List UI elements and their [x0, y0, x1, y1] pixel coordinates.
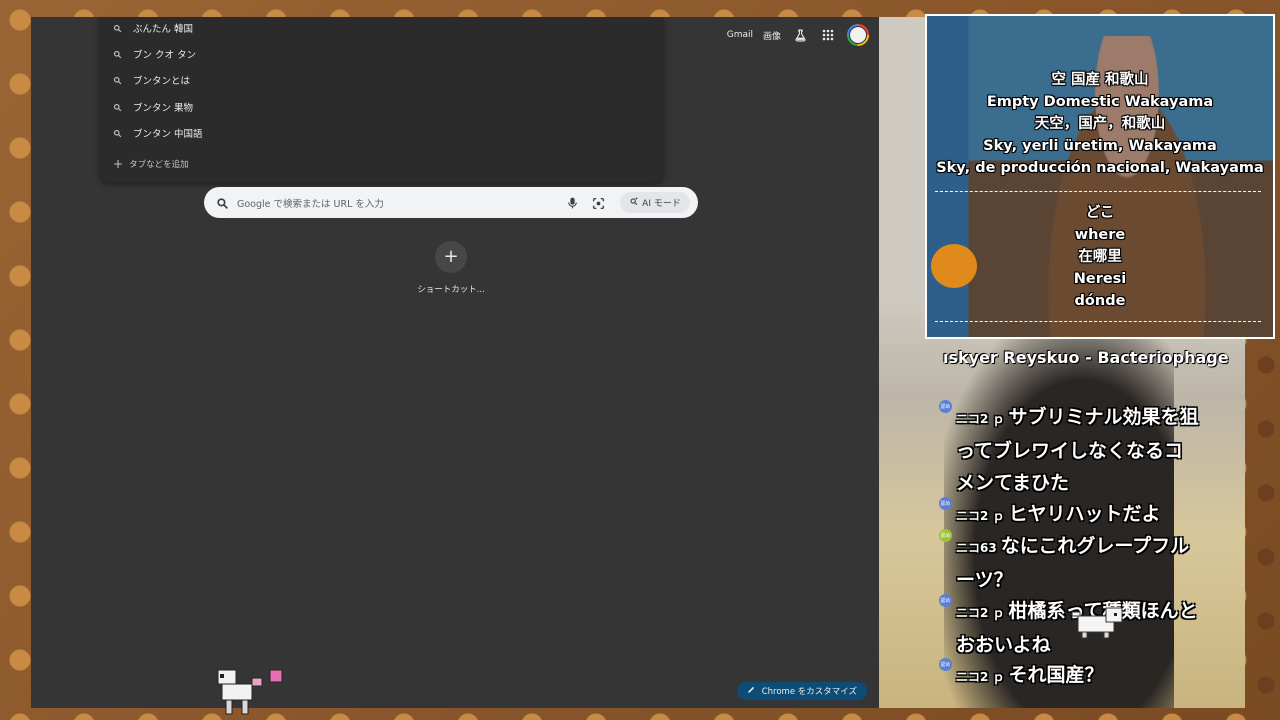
search-icon: [111, 101, 123, 113]
microphone-icon[interactable]: [566, 195, 580, 209]
chrome-new-tab-page: Gmail 画像 ぶんたん 韓国 ブン クオ タン ブンタンとは ブンタン 果物…: [31, 17, 879, 708]
subtitle-line: どこ: [1085, 205, 1115, 221]
comment-text: ってブレワイしなくなるコ: [956, 440, 1184, 462]
top-bar: Gmail 画像: [727, 23, 869, 47]
comment-user: ニコ63: [956, 541, 997, 555]
gmail-link[interactable]: Gmail: [727, 30, 753, 40]
user-badge-icon: 認め: [939, 400, 952, 413]
subtitle-line: 天空，国产，和歌山: [1034, 116, 1166, 132]
comment-text: メンてまひた: [956, 472, 1070, 494]
comment-user: ニコ2 ｐ: [956, 670, 1005, 684]
comment-text: ヒヤリハットだよ: [1008, 503, 1161, 525]
chat-comment: ニコ2 ｐ それ国産？: [956, 659, 1236, 693]
account-avatar[interactable]: [847, 24, 869, 46]
add-shortcut[interactable]: + ショートカット...: [404, 241, 498, 295]
subtitle-divider: [935, 191, 1261, 192]
google-apps-grid-icon[interactable]: [819, 26, 837, 44]
subtitle-line: dónde: [1074, 293, 1126, 309]
suggestion-text: ブンタン 果物: [133, 103, 194, 114]
suggestion-item[interactable]: ぶんたん 韓国: [111, 18, 193, 38]
search-suggestions-dropdown: ぶんたん 韓国 ブン クオ タン ブンタンとは ブンタン 果物 ブンタン 中国語…: [99, 17, 664, 182]
search-box[interactable]: Google で検索または URL を入力 AI モード: [204, 187, 698, 218]
search-icon: [111, 22, 123, 34]
subtitle-line: Sky, de producción nacional, Wakayama: [936, 160, 1264, 176]
comment-user: ニコ2 ｐ: [956, 412, 1005, 426]
user-badge-icon: 認め: [939, 497, 952, 510]
subtitle-line: Empty Domestic Wakayama: [986, 94, 1214, 110]
ai-sparkle-search-icon: [629, 196, 639, 209]
customize-label: Chrome をカスタマイズ: [761, 687, 857, 697]
chat-comment: ニコ63 なにこれグレープフル ーツ？: [956, 530, 1236, 596]
plus-icon: +: [113, 157, 124, 171]
search-icon: [111, 74, 123, 86]
suggestion-item[interactable]: ブン クオ タン: [111, 44, 196, 64]
comment-text: それ国産？: [1008, 664, 1104, 686]
comment-text: サブリミナル効果を狙: [1008, 406, 1199, 428]
labs-flask-icon[interactable]: [791, 26, 809, 44]
chat-comment: ニコ2 ｐ サブリミナル効果を狙 ってブレワイしなくなるコ メンてまひた: [956, 401, 1236, 499]
suggestion-item[interactable]: ブンタン 中国語: [111, 123, 203, 143]
user-badge-icon: 認め: [939, 529, 952, 542]
search-input[interactable]: Google で検索または URL を入力: [237, 196, 384, 210]
subtitle-line: Neresi: [1073, 271, 1127, 287]
pixel-sprite-image: [217, 669, 283, 715]
user-badge-icon: 認め: [939, 658, 952, 671]
suggestion-text: ブンタンとは: [133, 76, 191, 87]
now-playing-song: ıskyer Reyskuo - Bacteriophage: [943, 348, 1229, 367]
chat-comment: ニコ2 ｐ ヒヤリハットだよ: [956, 498, 1236, 532]
webcam-frame: 空 国産 和歌山 Empty Domestic Wakayama 天空，国产，和…: [925, 14, 1275, 339]
subtitle-line: 空 国産 和歌山: [1051, 72, 1149, 88]
add-shortcut-plus-icon: +: [435, 241, 467, 273]
subtitle-line: where: [1074, 227, 1126, 243]
search-icon: [111, 127, 123, 139]
subtitle-line: Sky, yerli üretim, Wakayama: [983, 138, 1217, 154]
search-icon: [111, 48, 123, 60]
google-lens-icon[interactable]: [592, 195, 606, 210]
comment-text: ーツ？: [956, 569, 1013, 591]
ai-mode-label: AI モード: [642, 199, 681, 209]
ai-mode-button[interactable]: AI モード: [620, 192, 690, 213]
suggestion-text: ブンタン 中国語: [133, 129, 203, 140]
add-shortcut-label: ショートカット...: [417, 285, 485, 295]
search-icon: [216, 195, 230, 209]
pencil-icon: [747, 685, 756, 697]
comment-user: ニコ2 ｐ: [956, 606, 1005, 620]
subtitle-line: 在哪里: [1078, 249, 1122, 265]
customize-chrome-button[interactable]: Chrome をカスタマイズ: [736, 682, 867, 700]
suggestion-item[interactable]: ブンタン 果物: [111, 97, 193, 117]
suggestion-item[interactable]: ブンタンとは: [111, 70, 190, 90]
suggestion-text: ぶんたん 韓国: [133, 24, 194, 35]
suggestion-text: ブン クオ タン: [133, 50, 197, 61]
images-link[interactable]: 画像: [763, 29, 781, 42]
user-badge-icon: 認め: [939, 594, 952, 607]
comment-user: ニコ2 ｐ: [956, 509, 1005, 523]
add-tab-button[interactable]: + タブなどを追加: [113, 157, 189, 171]
subtitle-divider: [935, 321, 1261, 322]
comment-text: なにこれグレープフル: [1000, 535, 1190, 557]
avatar-image: [849, 26, 867, 44]
add-tab-label: タブなどを追加: [129, 160, 189, 170]
cat-sprite-image: [1071, 607, 1123, 639]
